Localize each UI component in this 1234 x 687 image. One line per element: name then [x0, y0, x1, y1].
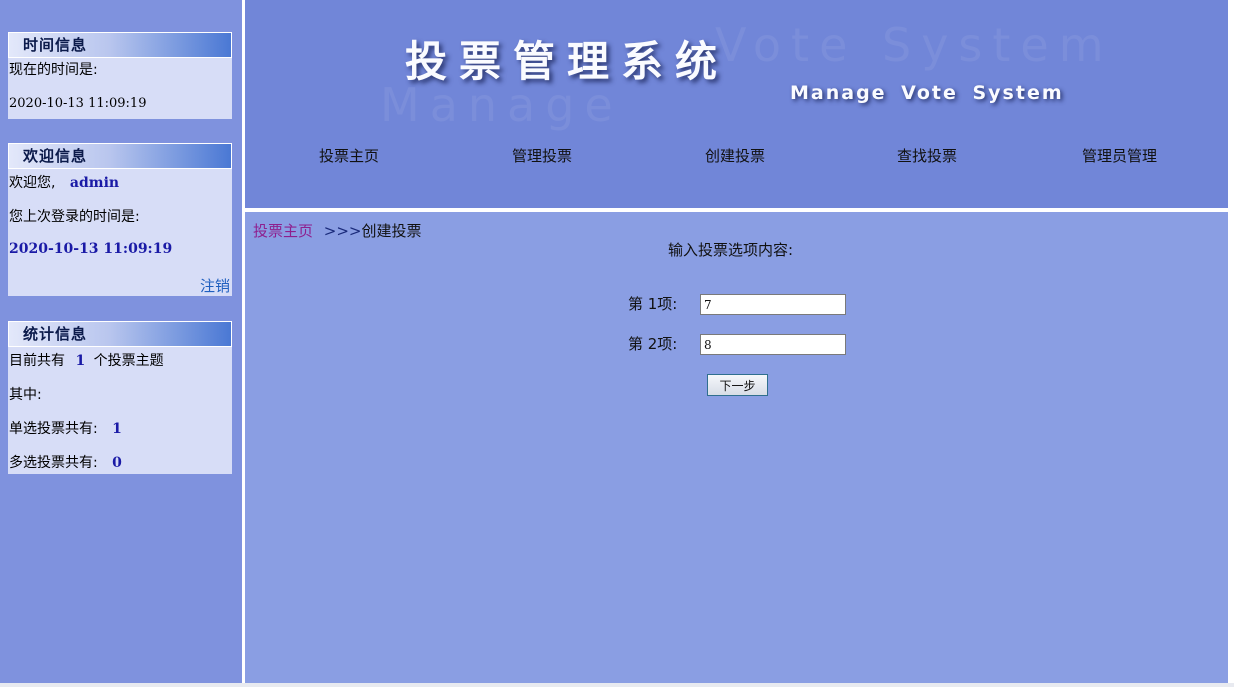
system-title: 投票管理系统: [405, 37, 730, 86]
among-label: 其中:: [9, 387, 42, 403]
option-1-label: 第 1项:: [628, 295, 678, 313]
option-2-input[interactable]: [700, 334, 846, 355]
breadcrumb-current: 创建投票: [361, 222, 422, 240]
header-banner: Manage Vote System 投票管理系统 Manage Vote Sy…: [245, 0, 1228, 208]
nav-create-vote[interactable]: 创建投票: [705, 145, 765, 166]
sidebar: 时间信息 现在的时间是: 2020-10-13 11:09:19 欢迎信息 欢迎…: [0, 0, 242, 683]
last-login-label: 您上次登录的时间是:: [9, 209, 140, 225]
single-vote-value: 1: [112, 421, 122, 437]
total-topics-prefix: 目前共有: [9, 353, 65, 369]
time-info-panel: 时间信息 现在的时间是: 2020-10-13 11:09:19: [8, 32, 232, 119]
next-step-button[interactable]: 下一步: [707, 374, 768, 396]
system-subtitle: Manage Vote System: [790, 82, 1064, 104]
form-title: 输入投票选项内容:: [668, 241, 794, 259]
logout-link[interactable]: 注销: [200, 275, 230, 296]
multi-vote-count: 多选投票共有: 0: [9, 452, 122, 472]
single-vote-label: 单选投票共有:: [9, 421, 98, 437]
option-2-label: 第 2项:: [628, 335, 678, 353]
last-login-value: 2020-10-13 11:09:19: [9, 241, 173, 257]
main-content: 投票主页 >>>创建投票 输入投票选项内容: 第 1项: 第 2项: 下一步: [245, 212, 1228, 683]
stats-info-panel: 统计信息 目前共有 1 个投票主题 其中: 单选投票共有: 1 多选投票共有: …: [8, 321, 232, 474]
total-topics: 目前共有 1 个投票主题: [9, 350, 164, 370]
multi-vote-label: 多选投票共有:: [9, 455, 98, 471]
nav-vote-home[interactable]: 投票主页: [319, 145, 379, 166]
stats-info-title: 统计信息: [8, 321, 232, 347]
current-time-value: 2020-10-13 11:09:19: [9, 96, 147, 111]
current-time-label: 现在的时间是:: [9, 62, 98, 78]
welcome-greeting-text: 欢迎您,: [9, 175, 56, 191]
nav-manage-votes[interactable]: 管理投票: [512, 145, 572, 166]
banner-watermark-right: Vote System: [715, 18, 1114, 72]
welcome-greeting: 欢迎您, admin: [9, 172, 119, 192]
breadcrumb-home-link[interactable]: 投票主页: [253, 222, 313, 240]
right-edge: [1228, 0, 1234, 687]
multi-vote-value: 0: [112, 455, 122, 471]
single-vote-count: 单选投票共有: 1: [9, 418, 122, 438]
option-1-input[interactable]: [700, 294, 846, 315]
breadcrumb: 投票主页 >>>创建投票: [253, 220, 422, 241]
welcome-info-title: 欢迎信息: [8, 143, 232, 169]
total-topics-suffix: 个投票主题: [93, 353, 164, 369]
welcome-info-panel: 欢迎信息 欢迎您, admin 您上次登录的时间是: 2020-10-13 11…: [8, 143, 232, 296]
breadcrumb-separator: >>>: [323, 222, 362, 240]
nav-find-vote[interactable]: 查找投票: [897, 145, 957, 166]
nav-admin-management[interactable]: 管理员管理: [1082, 145, 1157, 166]
time-info-title: 时间信息: [8, 32, 232, 58]
username: admin: [69, 175, 120, 191]
total-topics-count: 1: [75, 353, 86, 369]
bottom-edge: [0, 683, 1234, 687]
